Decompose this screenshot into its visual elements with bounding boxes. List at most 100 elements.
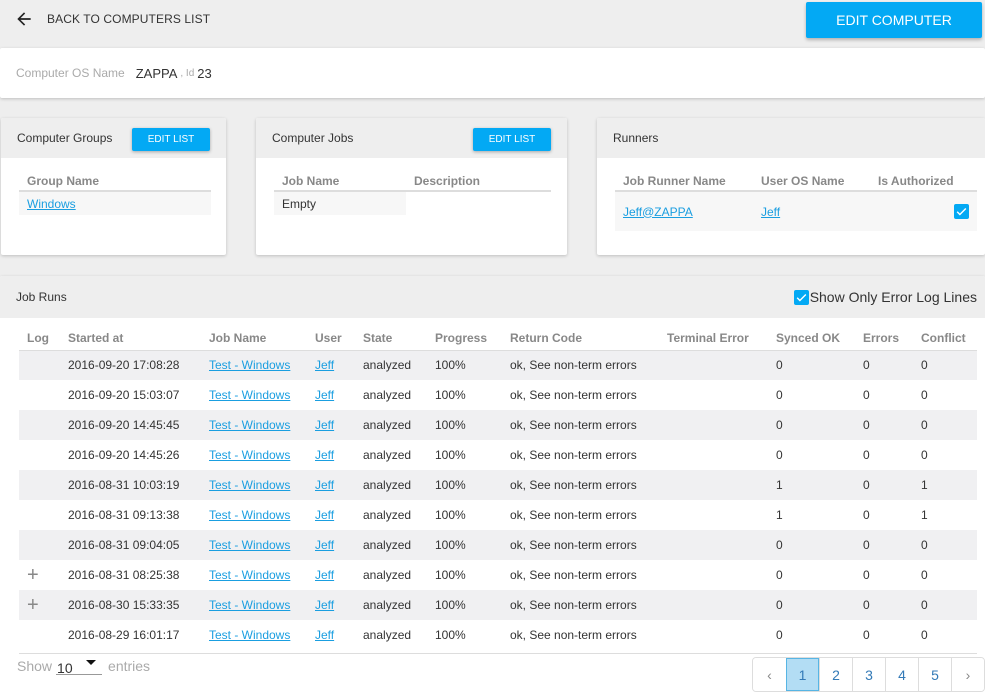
- empty-cell: Empty: [274, 191, 406, 215]
- column-header-user[interactable]: User: [307, 326, 355, 351]
- table-row: Empty: [274, 191, 551, 215]
- synced-ok-cell: 1: [768, 470, 855, 500]
- job-name-link[interactable]: Test - Windows: [209, 418, 290, 432]
- terminal-error-cell: [659, 590, 768, 620]
- column-header-state[interactable]: State: [355, 326, 427, 351]
- column-header-started[interactable]: Started at: [60, 326, 201, 351]
- show-entries-control: Show 10 entries: [17, 657, 150, 675]
- job-runs-card: Job Runs Show Only Error Log Lines Log S…: [0, 276, 985, 696]
- return-code-cell: ok, See non-term errors: [502, 470, 659, 500]
- conflict-cell: 0: [921, 388, 928, 402]
- user-link[interactable]: Jeff: [315, 598, 334, 612]
- column-header: Is Authorized: [870, 174, 977, 192]
- conflict-cell: 0: [913, 410, 977, 440]
- runners-card: Runners Job Runner Name User OS Name Is …: [597, 118, 985, 255]
- terminal-error-cell: [659, 440, 768, 470]
- started-at-cell: 2016-08-31 08:25:38: [68, 568, 180, 582]
- pagination-next[interactable]: ›: [951, 658, 984, 691]
- progress-cell: 100%: [435, 448, 466, 462]
- error-log-filter[interactable]: Show Only Error Log Lines: [793, 289, 977, 305]
- started-at-cell: 2016-09-20 15:03:07: [68, 388, 180, 402]
- column-header-progress[interactable]: Progress: [427, 326, 502, 351]
- user-link[interactable]: Jeff: [315, 358, 334, 372]
- column-header-terminal-error[interactable]: Terminal Error: [659, 326, 768, 351]
- groups-table: Group Name Windows: [19, 174, 211, 215]
- column-header-conflict[interactable]: Conflict: [913, 326, 977, 351]
- user-link[interactable]: Jeff: [315, 568, 334, 582]
- column-header-log[interactable]: Log: [19, 326, 60, 351]
- job-name-link[interactable]: Test - Windows: [209, 448, 290, 462]
- conflict-cell: 0: [921, 568, 928, 582]
- column-header-errors[interactable]: Errors: [855, 326, 913, 351]
- synced-ok-cell: 0: [776, 388, 783, 402]
- pagination-page-2[interactable]: 2: [819, 658, 852, 691]
- return-code-cell: ok, See non-term errors: [502, 410, 659, 440]
- job-name-link[interactable]: Test - Windows: [209, 598, 290, 612]
- synced-ok-cell: 0: [768, 590, 855, 620]
- pagination-page-3[interactable]: 3: [852, 658, 885, 691]
- group-link[interactable]: Windows: [27, 197, 76, 211]
- table-row: 2016-09-20 14:45:26 Test - Windows Jeff ana…: [19, 440, 977, 470]
- job-runs-title: Job Runs: [16, 290, 67, 304]
- conflict-cell: 0: [921, 628, 928, 642]
- expand-plus-icon[interactable]: +: [27, 594, 39, 616]
- pagination-page-1[interactable]: 1: [786, 658, 819, 691]
- state-cell: analyzed: [355, 470, 427, 500]
- job-name-link[interactable]: Test - Windows: [209, 568, 290, 582]
- edit-computer-button[interactable]: EDIT COMPUTER: [806, 2, 982, 38]
- return-code-cell: ok, See non-term errors: [510, 568, 637, 582]
- checkmark-icon: [796, 293, 807, 301]
- errors-cell: 0: [855, 350, 913, 380]
- table-row: 2016-08-31 09:13:38 Test - Windows Jeff ana…: [19, 500, 977, 530]
- job-name-link[interactable]: Test - Windows: [209, 538, 290, 552]
- errors-cell: 0: [863, 388, 870, 402]
- entries-select[interactable]: 10: [56, 657, 103, 675]
- job-name-link[interactable]: Test - Windows: [209, 628, 290, 642]
- expand-plus-icon[interactable]: +: [27, 564, 39, 586]
- column-header-synced-ok[interactable]: Synced OK: [768, 326, 855, 351]
- os-name-value: ZAPPA: [135, 65, 178, 81]
- job-name-link[interactable]: Test - Windows: [209, 388, 290, 402]
- user-link[interactable]: Jeff: [315, 418, 334, 432]
- progress-cell: 100%: [427, 410, 502, 440]
- user-link[interactable]: Jeff: [315, 538, 334, 552]
- user-link[interactable]: Jeff: [315, 388, 334, 402]
- top-bar: BACK TO COMPUTERS LIST EDIT COMPUTER: [0, 0, 985, 46]
- column-header-return-code[interactable]: Return Code: [502, 326, 659, 351]
- table-row: 2016-08-29 16:01:17 Test - Windows Jeff ana…: [19, 620, 977, 650]
- user-link[interactable]: Jeff: [761, 205, 780, 219]
- runners-title: Runners: [613, 131, 659, 145]
- back-to-computers-link[interactable]: BACK TO COMPUTERS LIST: [14, 9, 210, 29]
- errors-cell: 0: [855, 530, 913, 560]
- checkmark-icon: [956, 208, 967, 216]
- state-cell: analyzed: [355, 590, 427, 620]
- runners-table: Job Runner Name User OS Name Is Authoriz…: [615, 174, 977, 231]
- started-at-cell: 2016-08-30 15:33:35: [60, 590, 201, 620]
- user-link[interactable]: Jeff: [315, 478, 334, 492]
- edit-groups-button[interactable]: EDIT LIST: [132, 128, 210, 151]
- user-link[interactable]: Jeff: [315, 508, 334, 522]
- job-name-link[interactable]: Test - Windows: [209, 358, 290, 372]
- job-name-link[interactable]: Test - Windows: [209, 508, 290, 522]
- state-cell: analyzed: [363, 388, 412, 402]
- job-name-link[interactable]: Test - Windows: [209, 478, 290, 492]
- errors-cell: 0: [855, 590, 913, 620]
- state-cell: analyzed: [363, 628, 412, 642]
- synced-ok-cell: 0: [768, 410, 855, 440]
- is-authorized-checkbox[interactable]: [954, 204, 969, 220]
- terminal-error-cell: [659, 470, 768, 500]
- synced-ok-cell: 0: [776, 628, 783, 642]
- pagination-prev[interactable]: ‹: [753, 658, 786, 691]
- user-link[interactable]: Jeff: [315, 628, 334, 642]
- pagination-page-5[interactable]: 5: [918, 658, 951, 691]
- error-log-checkbox[interactable]: [793, 289, 809, 305]
- pagination-page-4[interactable]: 4: [885, 658, 918, 691]
- user-link[interactable]: Jeff: [315, 448, 334, 462]
- progress-cell: 100%: [427, 590, 502, 620]
- progress-cell: 100%: [427, 470, 502, 500]
- computer-jobs-card: Computer Jobs EDIT LIST Job Name Descrip…: [256, 118, 567, 255]
- runner-link[interactable]: Jeff@ZAPPA: [623, 205, 693, 219]
- progress-cell: 100%: [435, 388, 466, 402]
- column-header-job-name[interactable]: Job Name: [201, 326, 307, 351]
- edit-jobs-button[interactable]: EDIT LIST: [473, 128, 551, 151]
